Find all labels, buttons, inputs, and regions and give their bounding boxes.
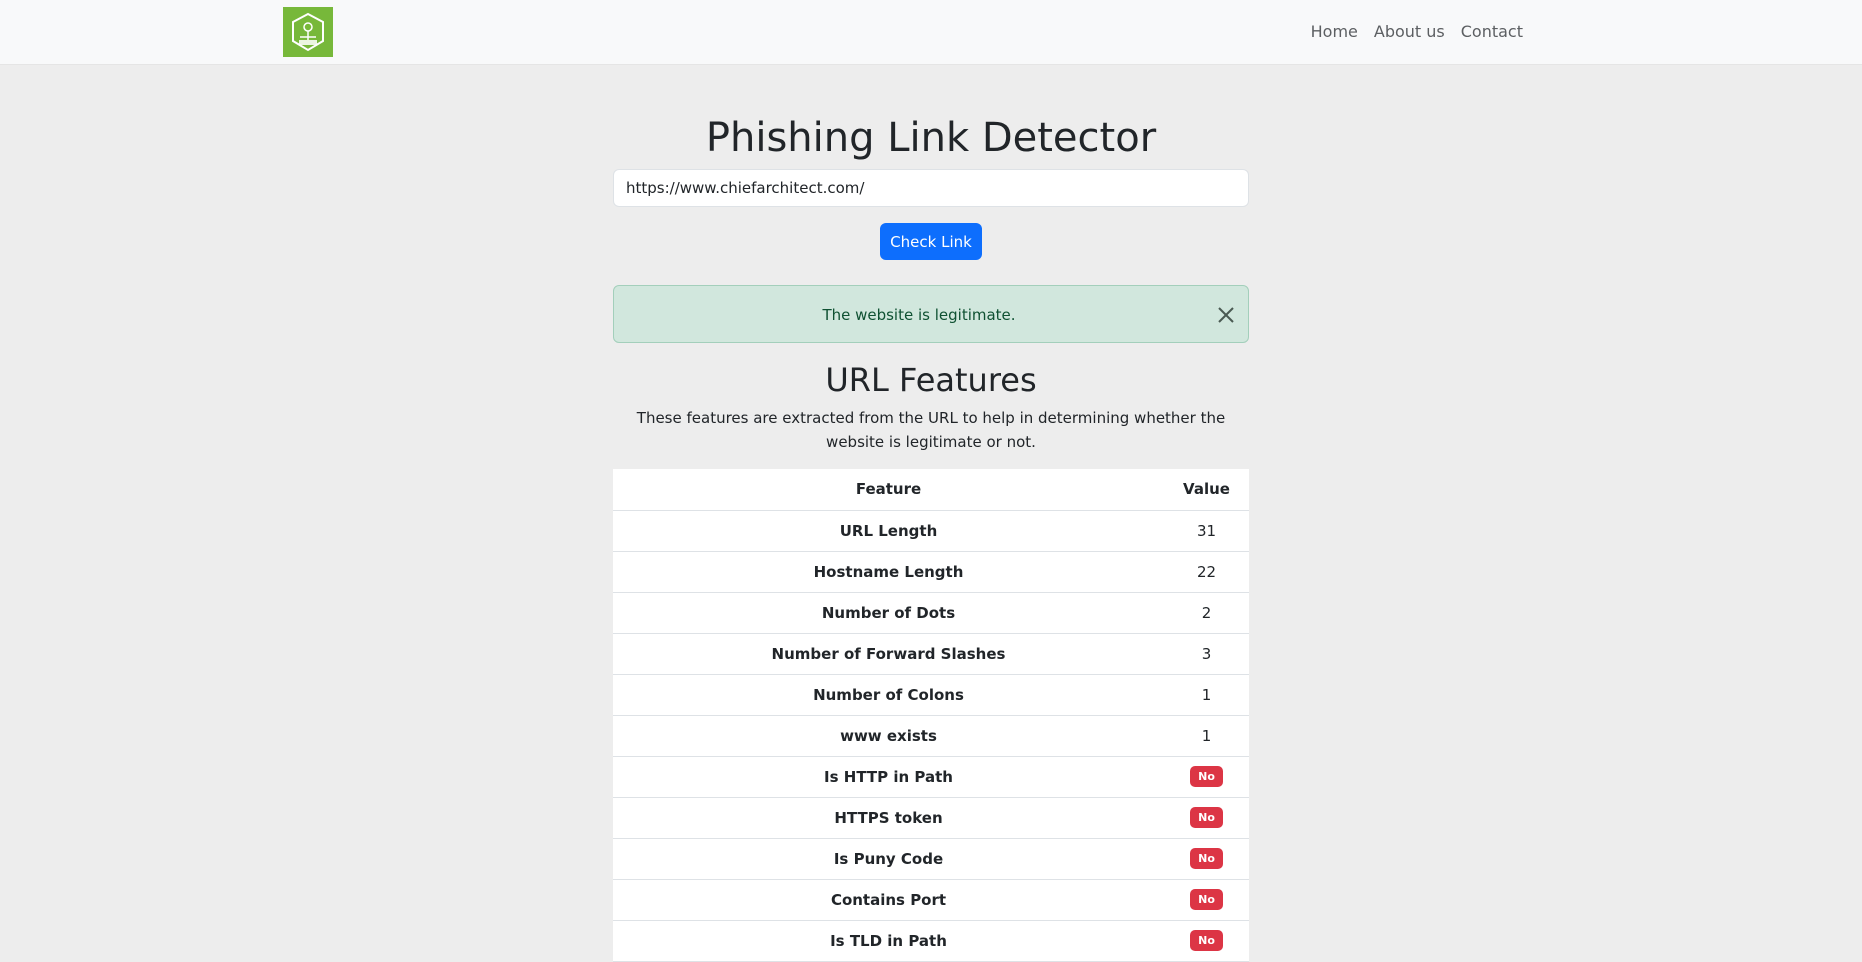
feature-name: Contains Port	[613, 879, 1164, 921]
status-badge: No	[1190, 930, 1223, 951]
feature-name: Is HTTP in Path	[613, 756, 1164, 798]
feature-value: No	[1164, 756, 1249, 798]
table-row: Number of Dots 2	[613, 592, 1249, 634]
feature-name: Number of Colons	[613, 674, 1164, 716]
table-row: Hostname Length 22	[613, 551, 1249, 593]
nav-link-contact[interactable]: Contact	[1461, 22, 1523, 42]
navbar: Home About us Contact	[0, 0, 1862, 65]
feature-value: 1	[1164, 674, 1249, 716]
header-feature: Feature	[613, 469, 1164, 511]
logo-icon	[292, 12, 324, 52]
url-input[interactable]	[613, 169, 1249, 207]
close-icon[interactable]	[1216, 305, 1236, 325]
header-value: Value	[1164, 469, 1249, 511]
feature-value: No	[1164, 879, 1249, 921]
feature-value: No	[1164, 920, 1249, 962]
logo[interactable]	[283, 7, 333, 57]
status-badge: No	[1190, 889, 1223, 910]
table-body: URL Length 31 Hostname Length 22 Number of D…	[613, 510, 1249, 962]
feature-value: No	[1164, 838, 1249, 880]
table-row: Is HTTP in Path No	[613, 756, 1249, 798]
table-row: Number of Forward Slashes 3	[613, 633, 1249, 675]
table-row: Number of Colons 1	[613, 674, 1249, 716]
feature-name: Hostname Length	[613, 551, 1164, 593]
nav-links: Home About us Contact	[1311, 22, 1523, 42]
table-row: URL Length 31	[613, 510, 1249, 552]
feature-value: 3	[1164, 633, 1249, 675]
status-badge: No	[1190, 766, 1223, 787]
feature-value: 2	[1164, 592, 1249, 634]
nav-link-about-us[interactable]: About us	[1374, 22, 1445, 42]
feature-name: Is TLD in Path	[613, 920, 1164, 962]
nav-link-home[interactable]: Home	[1311, 22, 1358, 42]
alert-message: The website is legitimate.	[822, 306, 1016, 324]
table-row: www exists 1	[613, 715, 1249, 757]
feature-value: No	[1164, 797, 1249, 839]
features-table: Feature Value URL Length 31 Hostname Lengt…	[613, 469, 1249, 962]
feature-name: HTTPS token	[613, 797, 1164, 839]
feature-name: URL Length	[613, 510, 1164, 552]
feature-name: Number of Dots	[613, 592, 1164, 634]
table-row: HTTPS token No	[613, 797, 1249, 839]
table-row: Is TLD in Path No	[613, 920, 1249, 962]
table-row: Is Puny Code No	[613, 838, 1249, 880]
feature-name: Number of Forward Slashes	[613, 633, 1164, 675]
table-row: Contains Port No	[613, 879, 1249, 921]
section-title: URL Features	[825, 361, 1037, 399]
feature-value: 22	[1164, 551, 1249, 593]
check-link-button[interactable]: Check Link	[880, 223, 982, 260]
feature-value: 31	[1164, 510, 1249, 552]
status-badge: No	[1190, 848, 1223, 869]
page-title: Phishing Link Detector	[705, 115, 1157, 161]
feature-value: 1	[1164, 715, 1249, 757]
table-header-row: Feature Value	[613, 469, 1249, 511]
feature-name: www exists	[613, 715, 1164, 757]
status-badge: No	[1190, 807, 1223, 828]
result-alert: The website is legitimate.	[613, 285, 1249, 343]
feature-name: Is Puny Code	[613, 838, 1164, 880]
section-description: These features are extracted from the UR…	[636, 409, 1226, 451]
